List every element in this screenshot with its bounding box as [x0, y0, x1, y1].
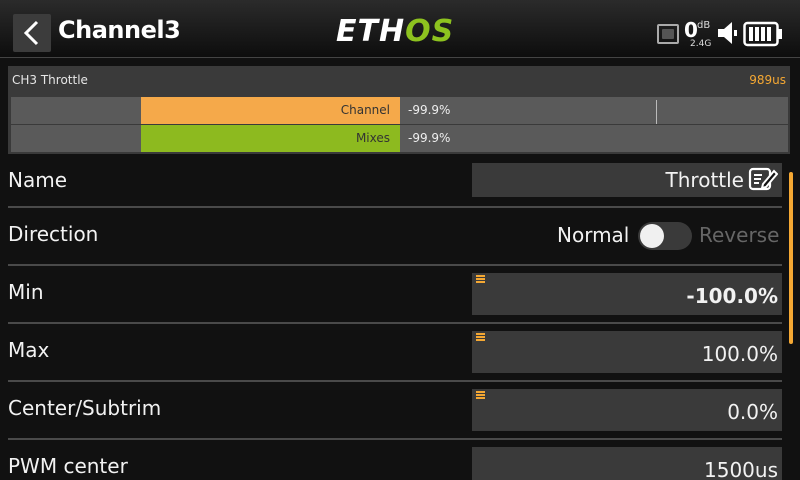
mixes-bar-fill: Mixes [141, 125, 400, 152]
logo-text-eth: ETH [336, 14, 406, 49]
name-label: Name [8, 168, 68, 192]
rssi-unit: dB [697, 20, 711, 31]
toggle-knob [640, 224, 664, 248]
row-center: Center/Subtrim 0.0% [8, 382, 782, 440]
row-pwm-center: PWM center 1500us [8, 440, 782, 480]
center-label: Center/Subtrim [8, 396, 162, 420]
min-field[interactable]: -100.0% [472, 273, 782, 315]
name-field[interactable]: Throttle [472, 163, 782, 197]
pwm-value: 1500us [704, 458, 778, 480]
back-icon [23, 20, 39, 46]
monitor-header: CH3 Throttle 989us [8, 66, 790, 94]
menu-icon [476, 275, 485, 284]
mixes-bar-value: -99.9% [408, 131, 451, 145]
max-field[interactable]: 100.0% [472, 331, 782, 373]
min-label: Min [8, 280, 44, 304]
direction-toggle[interactable] [638, 222, 692, 250]
mixes-bar: Mixes -99.9% [11, 125, 788, 152]
scrollbar[interactable] [789, 172, 793, 344]
mixes-bar-label: Mixes [355, 131, 390, 145]
center-value: 0.0% [727, 400, 778, 424]
direction-normal-label[interactable]: Normal [557, 223, 629, 247]
row-max: Max 100.0% [8, 324, 782, 382]
page-title: Channel3 [58, 16, 181, 44]
channel-monitor: CH3 Throttle 989us Channel -99.9% Mixes … [8, 66, 790, 154]
menu-icon [476, 391, 485, 400]
name-value: Throttle [665, 168, 744, 192]
pwm-label: PWM center [8, 454, 128, 478]
pwm-field[interactable]: 1500us [472, 447, 782, 480]
direction-label: Direction [8, 222, 99, 246]
channel-bar-value: -99.9% [408, 103, 451, 117]
monitor-channel-name: CH3 Throttle [12, 73, 88, 87]
speaker-icon[interactable] [716, 20, 740, 46]
channel-bar-marker [656, 100, 657, 124]
edit-icon[interactable] [748, 166, 778, 192]
max-label: Max [8, 338, 50, 362]
channel-bar: Channel -99.9% [11, 97, 788, 124]
top-bar: Channel3 ETHOS 0 dB 2.4G [0, 0, 800, 58]
back-button[interactable] [13, 14, 51, 52]
channel-bar-label: Channel [340, 103, 390, 117]
channel-bar-fill: Channel [141, 97, 400, 124]
menu-icon [476, 333, 485, 342]
min-value: -100.0% [686, 284, 778, 308]
logo-text-os: OS [405, 14, 455, 49]
rssi-band: 2.4G [690, 39, 712, 49]
record-icon[interactable] [657, 24, 679, 44]
max-value: 100.0% [701, 342, 778, 366]
ethos-logo: ETHOS [336, 17, 454, 47]
direction-reverse-label[interactable]: Reverse [699, 223, 779, 247]
row-min: Min -100.0% [8, 266, 782, 324]
row-name: Name Throttle [8, 150, 782, 208]
row-direction: Direction Normal Reverse [8, 208, 782, 266]
monitor-pulse: 989us [749, 73, 786, 87]
center-field[interactable]: 0.0% [472, 389, 782, 431]
battery-icon [743, 21, 782, 47]
